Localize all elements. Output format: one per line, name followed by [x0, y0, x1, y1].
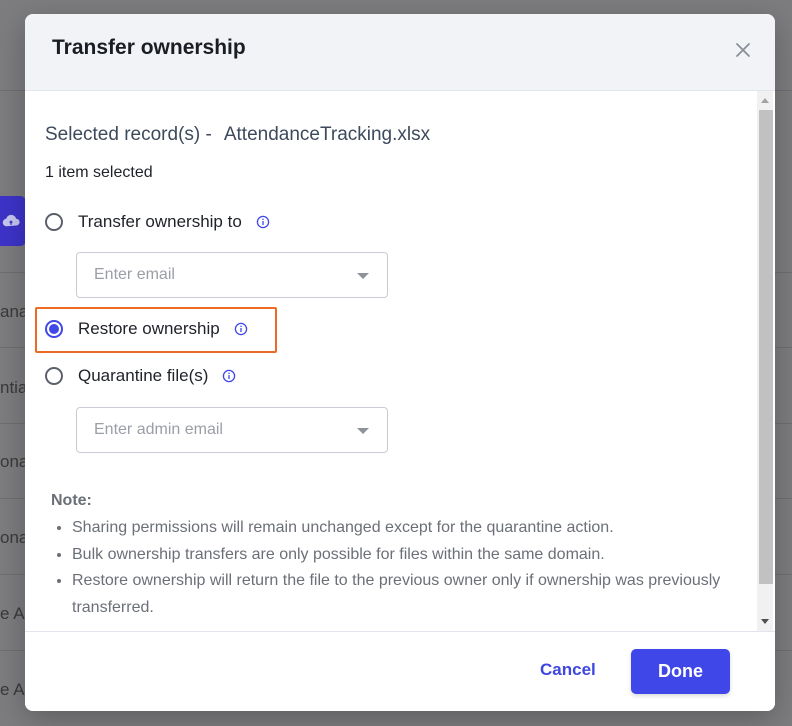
transfer-ownership-dialog: Transfer ownership Selected record(s) - A…: [25, 14, 775, 711]
note-item: Restore ownership will return the file t…: [72, 568, 732, 621]
admin-email-select-placeholder: Enter admin email: [94, 421, 223, 438]
dialog-scrollbar[interactable]: [757, 91, 773, 631]
info-icon[interactable]: [256, 215, 270, 229]
dialog-body: Selected record(s) - AttendanceTracking.x…: [25, 91, 775, 631]
done-button[interactable]: Done: [631, 649, 730, 694]
bg-text-fragment: ana: [0, 302, 25, 321]
dialog-footer: Cancel Done: [25, 631, 775, 711]
selected-records-heading: Selected record(s) - AttendanceTracking.x…: [45, 124, 430, 146]
quarantine-files-radio[interactable]: [45, 367, 63, 385]
quarantine-files-label: Quarantine file(s): [78, 366, 209, 385]
chevron-down-icon: [357, 428, 369, 434]
bg-text-fragment: ona: [0, 528, 25, 547]
dialog-title: Transfer ownership: [52, 36, 246, 59]
option-quarantine-files[interactable]: Quarantine file(s): [45, 366, 236, 386]
info-icon[interactable]: [222, 369, 236, 383]
email-select-placeholder: Enter email: [94, 266, 175, 283]
close-icon: [736, 43, 750, 57]
close-button[interactable]: [733, 40, 753, 60]
transfer-ownership-radio[interactable]: [45, 213, 63, 231]
scroll-down-icon[interactable]: [761, 619, 769, 624]
note-item: Sharing permissions will remain unchange…: [72, 515, 732, 542]
option-transfer-ownership[interactable]: Transfer ownership to: [45, 212, 270, 232]
cloud-upload-icon: [2, 214, 20, 227]
bg-text-fragment: e A: [0, 680, 25, 699]
transfer-ownership-label: Transfer ownership to: [78, 212, 242, 231]
scrollbar-thumb[interactable]: [759, 110, 773, 584]
info-icon[interactable]: [234, 322, 248, 336]
note-title: Note:: [51, 492, 92, 509]
email-select[interactable]: Enter email: [76, 252, 388, 298]
chevron-down-icon: [357, 273, 369, 279]
selected-file-name: AttendanceTracking.xlsx: [223, 124, 431, 145]
restore-ownership-label: Restore ownership: [78, 319, 220, 338]
note-list: Sharing permissions will remain unchange…: [51, 515, 732, 621]
upload-button[interactable]: [0, 196, 26, 246]
admin-email-select[interactable]: Enter admin email: [76, 407, 388, 453]
option-restore-ownership[interactable]: Restore ownership: [45, 319, 248, 339]
restore-ownership-radio[interactable]: [45, 320, 63, 338]
scroll-up-icon[interactable]: [761, 98, 769, 103]
items-selected-count: 1 item selected: [45, 164, 153, 181]
cancel-button[interactable]: Cancel: [540, 660, 596, 680]
note-item: Bulk ownership transfers are only possib…: [72, 542, 732, 569]
selected-records-label: Selected record(s) -: [45, 124, 212, 145]
bg-text-fragment: e A: [0, 604, 25, 623]
bg-text-fragment: ona: [0, 452, 25, 471]
bg-text-fragment: ntia: [0, 378, 25, 397]
dialog-header: Transfer ownership: [25, 14, 775, 91]
